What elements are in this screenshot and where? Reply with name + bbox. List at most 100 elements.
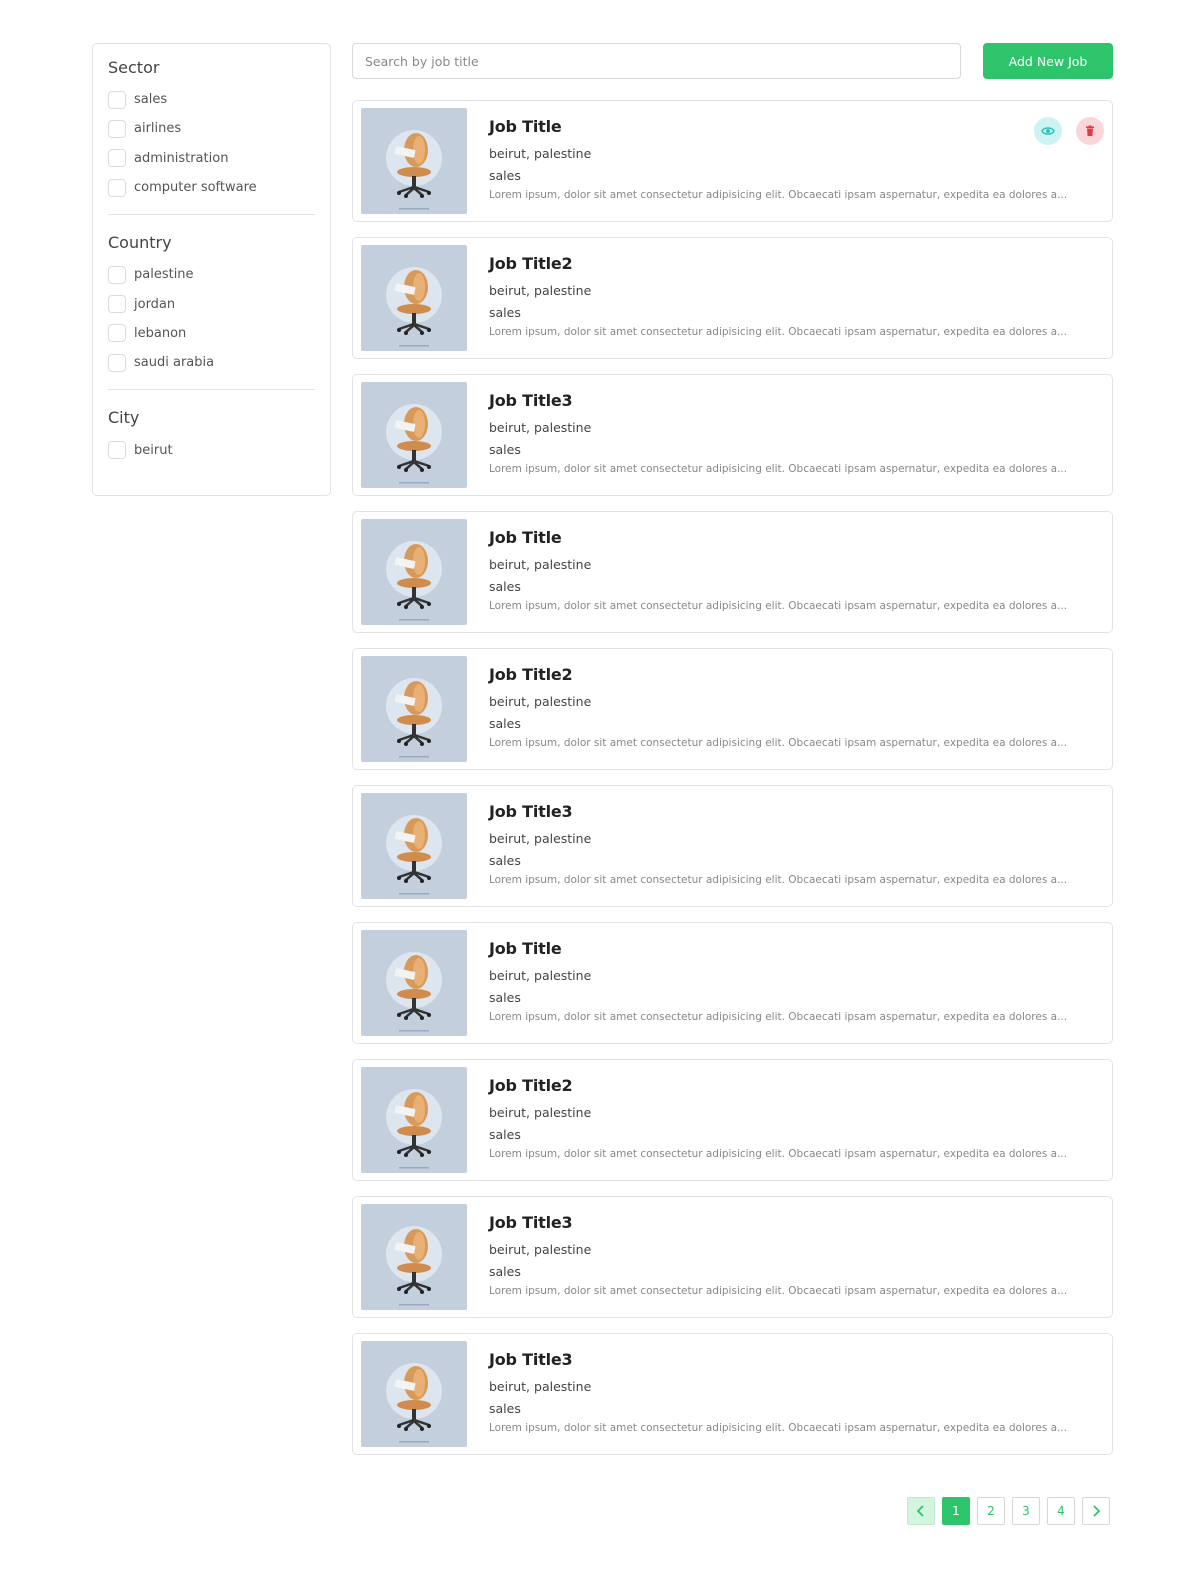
page-number-button[interactable]: 1 bbox=[942, 1497, 970, 1525]
job-image-illustration bbox=[386, 130, 442, 210]
job-image-illustration bbox=[386, 952, 442, 1032]
filter-checkbox[interactable] bbox=[108, 178, 126, 197]
search-input[interactable] bbox=[352, 43, 961, 79]
add-new-job-button[interactable]: Add New Job bbox=[983, 43, 1113, 79]
job-image-illustration bbox=[386, 404, 442, 484]
page-number-group: 1234 bbox=[942, 1497, 1075, 1525]
job-location: beirut, palestine bbox=[489, 968, 592, 983]
filter-checkbox[interactable] bbox=[108, 295, 126, 314]
filter-option-label: sales bbox=[134, 92, 168, 108]
job-image-illustration bbox=[386, 815, 442, 895]
view-job-button[interactable] bbox=[1034, 117, 1062, 145]
job-title[interactable]: Job Title3 bbox=[489, 1213, 1079, 1237]
filter-option-label: airlines bbox=[134, 121, 182, 137]
filter-option-label: saudi arabia bbox=[134, 355, 215, 371]
job-image bbox=[361, 1067, 467, 1173]
job-image bbox=[361, 245, 467, 351]
job-image bbox=[361, 108, 467, 214]
filter-group-city: City beirut bbox=[108, 389, 315, 476]
job-image bbox=[361, 1204, 467, 1310]
job-info: Job Title beirut, palestine sales Lorem ips… bbox=[489, 108, 1079, 214]
job-title[interactable]: Job Title bbox=[489, 117, 1079, 141]
filter-checkbox[interactable] bbox=[108, 149, 126, 168]
job-card[interactable]: Job Title3 beirut, palestine sales Lorem ip… bbox=[352, 785, 1113, 907]
job-card[interactable]: Job Title2 beirut, palestine sales Lorem ip… bbox=[352, 237, 1113, 359]
job-description: Lorem ipsum, dolor sit amet consectetur … bbox=[489, 189, 1068, 201]
job-title[interactable]: Job Title3 bbox=[489, 802, 1079, 826]
job-info: Job Title3 beirut, palestine sales Lorem ip… bbox=[489, 1341, 1079, 1447]
filter-option[interactable]: sales bbox=[108, 85, 315, 114]
job-title[interactable]: Job Title bbox=[489, 528, 1079, 552]
job-description: Lorem ipsum, dolor sit amet consectetur … bbox=[489, 1422, 1068, 1434]
job-sector: sales bbox=[489, 305, 521, 320]
filter-option-label: jordan bbox=[134, 296, 176, 312]
job-description: Lorem ipsum, dolor sit amet consectetur … bbox=[489, 326, 1068, 338]
filter-option-label: lebanon bbox=[134, 325, 187, 341]
job-description: Lorem ipsum, dolor sit amet consectetur … bbox=[489, 1011, 1068, 1023]
filter-option[interactable]: computer software bbox=[108, 173, 315, 202]
page-number-button[interactable]: 4 bbox=[1047, 1497, 1075, 1525]
filter-option[interactable]: beirut bbox=[108, 435, 315, 464]
filter-checkbox[interactable] bbox=[108, 90, 126, 109]
job-card[interactable]: Job Title3 beirut, palestine sales Lorem ip… bbox=[352, 1196, 1113, 1318]
filter-option-label: computer software bbox=[134, 180, 257, 196]
job-location: beirut, palestine bbox=[489, 283, 592, 298]
job-info: Job Title2 beirut, palestine sales Lorem ip… bbox=[489, 245, 1079, 351]
filter-option[interactable]: saudi arabia bbox=[108, 348, 315, 377]
job-card[interactable]: Job Title beirut, palestine sales Lorem ips… bbox=[352, 511, 1113, 633]
job-info: Job Title2 beirut, palestine sales Lorem ip… bbox=[489, 656, 1079, 762]
filter-checkbox[interactable] bbox=[108, 441, 126, 460]
job-actions bbox=[1034, 117, 1104, 145]
job-card[interactable]: Job Title3 beirut, palestine sales Lorem ip… bbox=[352, 374, 1113, 496]
job-description: Lorem ipsum, dolor sit amet consectetur … bbox=[489, 600, 1068, 612]
job-card[interactable]: Job Title beirut, palestine sales Lorem ips… bbox=[352, 922, 1113, 1044]
job-card[interactable]: Job Title3 beirut, palestine sales Lorem ip… bbox=[352, 1333, 1113, 1455]
job-sector: sales bbox=[489, 990, 521, 1005]
job-image bbox=[361, 656, 467, 762]
job-info: Job Title3 beirut, palestine sales Lorem ip… bbox=[489, 1204, 1079, 1310]
job-sector: sales bbox=[489, 1264, 521, 1279]
job-sector: sales bbox=[489, 168, 521, 183]
job-description: Lorem ipsum, dolor sit amet consectetur … bbox=[489, 737, 1068, 749]
job-sector: sales bbox=[489, 1401, 521, 1416]
job-title[interactable]: Job Title bbox=[489, 939, 1079, 963]
job-card[interactable]: Job Title beirut, palestine sales Lorem ips… bbox=[352, 100, 1113, 222]
job-description: Lorem ipsum, dolor sit amet consectetur … bbox=[489, 463, 1068, 475]
filter-option[interactable]: palestine bbox=[108, 260, 315, 289]
prev-page-button[interactable] bbox=[907, 1497, 935, 1525]
filter-panel: Sector sales airlines administration compute… bbox=[92, 43, 331, 496]
delete-job-button[interactable] bbox=[1076, 117, 1104, 145]
job-image-illustration bbox=[386, 1363, 442, 1443]
filter-option[interactable]: jordan bbox=[108, 289, 315, 318]
job-card[interactable]: Job Title2 beirut, palestine sales Lorem ip… bbox=[352, 1059, 1113, 1181]
pagination: 1234 bbox=[907, 1497, 1110, 1525]
next-page-button[interactable] bbox=[1082, 1497, 1110, 1525]
filter-checkbox[interactable] bbox=[108, 119, 126, 138]
job-title[interactable]: Job Title2 bbox=[489, 254, 1079, 278]
job-title[interactable]: Job Title3 bbox=[489, 391, 1079, 415]
filter-group-title: Country bbox=[108, 233, 172, 253]
job-title[interactable]: Job Title3 bbox=[489, 1350, 1079, 1374]
job-info: Job Title3 beirut, palestine sales Lorem ip… bbox=[489, 793, 1079, 899]
job-location: beirut, palestine bbox=[489, 420, 592, 435]
job-info: Job Title2 beirut, palestine sales Lorem ip… bbox=[489, 1067, 1079, 1173]
job-image bbox=[361, 930, 467, 1036]
job-title[interactable]: Job Title2 bbox=[489, 665, 1079, 689]
filter-option[interactable]: airlines bbox=[108, 114, 315, 143]
job-card[interactable]: Job Title2 beirut, palestine sales Lorem ip… bbox=[352, 648, 1113, 770]
job-image-illustration bbox=[386, 541, 442, 621]
filter-checkbox[interactable] bbox=[108, 265, 126, 284]
job-description: Lorem ipsum, dolor sit amet consectetur … bbox=[489, 874, 1068, 886]
filter-checkbox[interactable] bbox=[108, 324, 126, 343]
job-info: Job Title beirut, palestine sales Lorem ips… bbox=[489, 930, 1079, 1036]
job-location: beirut, palestine bbox=[489, 831, 592, 846]
job-list: Job Title beirut, palestine sales Lorem ips… bbox=[352, 100, 1113, 1470]
filter-option[interactable]: administration bbox=[108, 144, 315, 173]
job-description: Lorem ipsum, dolor sit amet consectetur … bbox=[489, 1148, 1068, 1160]
filter-option[interactable]: lebanon bbox=[108, 319, 315, 348]
job-location: beirut, palestine bbox=[489, 557, 592, 572]
page-number-button[interactable]: 3 bbox=[1012, 1497, 1040, 1525]
page-number-button[interactable]: 2 bbox=[977, 1497, 1005, 1525]
filter-checkbox[interactable] bbox=[108, 353, 126, 372]
job-title[interactable]: Job Title2 bbox=[489, 1076, 1079, 1100]
